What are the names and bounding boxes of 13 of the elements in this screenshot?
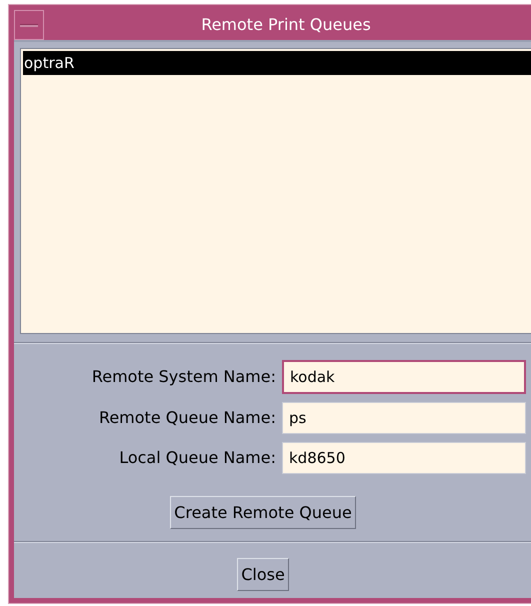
list-item[interactable]: optraR (23, 51, 531, 75)
queue-list[interactable]: optraR (20, 48, 531, 334)
window-menu-button[interactable] (14, 10, 44, 40)
minus-icon (20, 24, 38, 26)
input-field[interactable]: ps (282, 402, 526, 434)
window-title: Remote Print Queues (200, 14, 372, 36)
close-button[interactable]: Close (237, 558, 289, 591)
input-field[interactable]: kodak (282, 360, 526, 394)
field-label: Remote Queue Name: (98, 407, 277, 429)
field-label: Local Queue Name: (118, 447, 277, 469)
field-label: Remote System Name: (90, 366, 277, 388)
create-remote-queue-button[interactable]: Create Remote Queue (170, 496, 356, 529)
input-field[interactable]: kd8650 (282, 442, 526, 474)
